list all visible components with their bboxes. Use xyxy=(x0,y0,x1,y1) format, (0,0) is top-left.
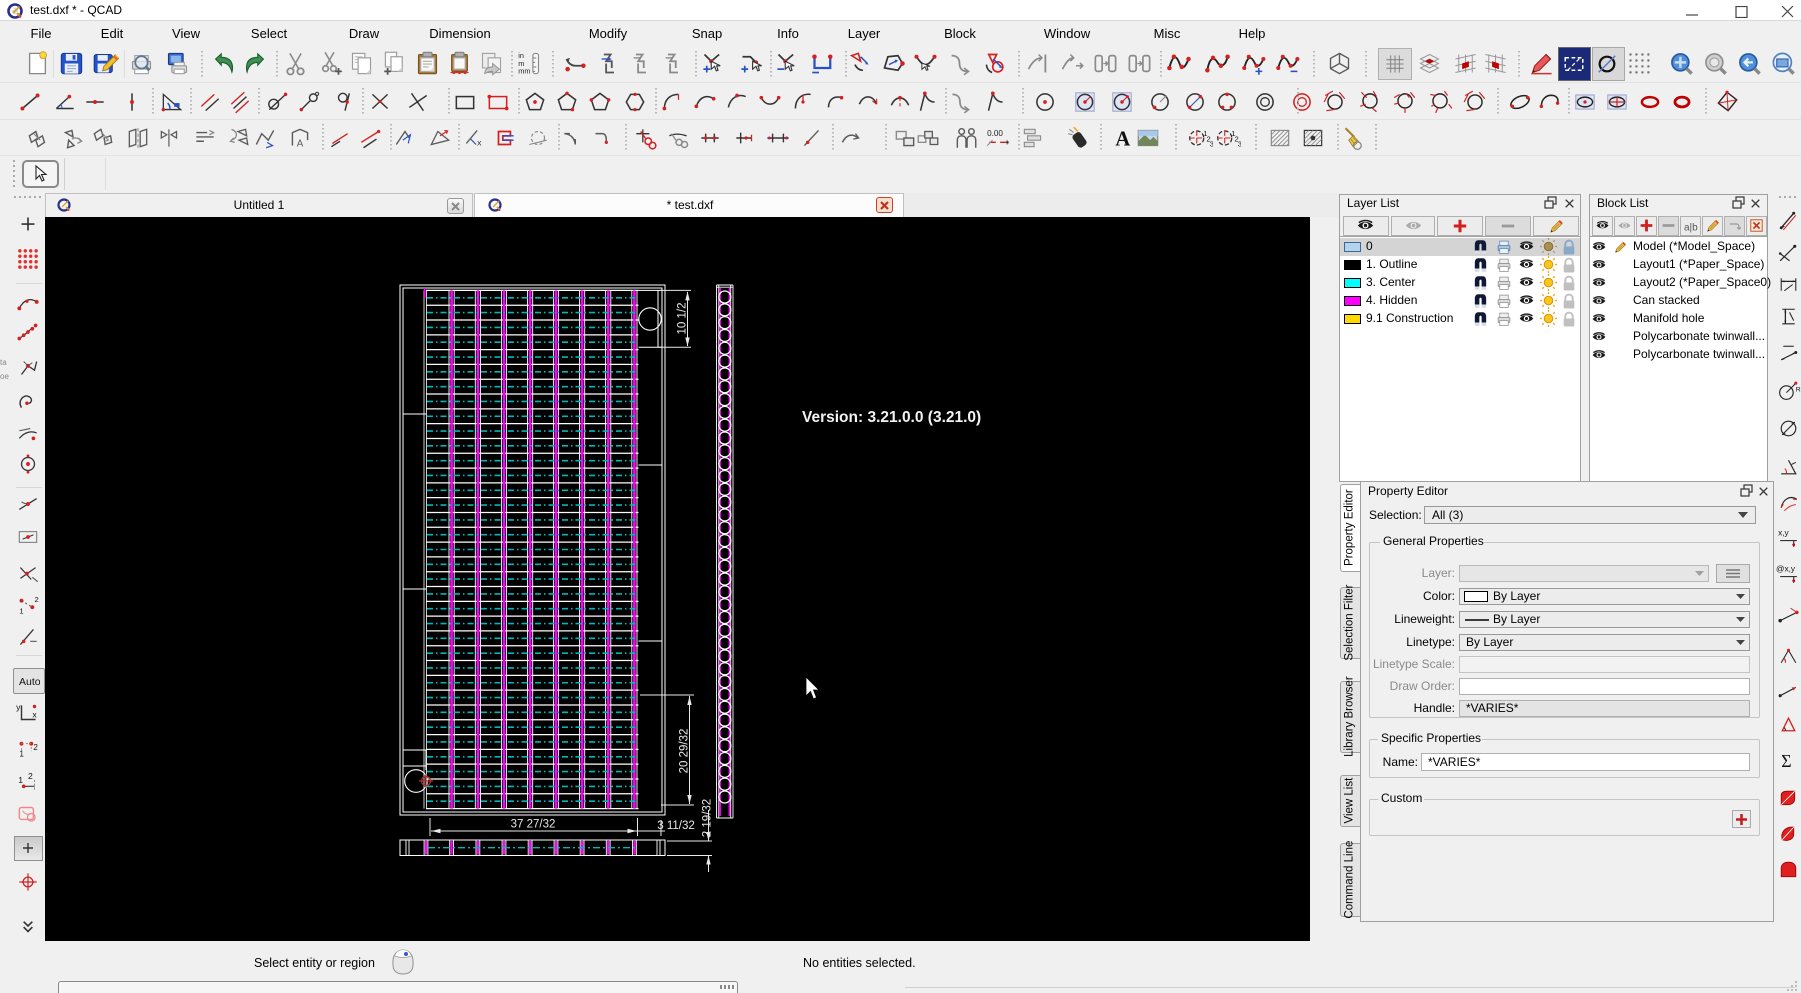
svg-text:@x,y: @x,y xyxy=(1776,563,1796,573)
svg-text:2: 2 xyxy=(35,595,39,604)
svg-text:R: R xyxy=(1796,387,1801,394)
svg-text:3 11/32: 3 11/32 xyxy=(657,820,695,832)
svg-text:x: x xyxy=(32,709,37,719)
svg-text:A: A xyxy=(1115,129,1130,151)
svg-text:1: 1 xyxy=(18,775,23,785)
svg-text:37 27/32: 37 27/32 xyxy=(511,819,556,831)
svg-text:2: 2 xyxy=(33,743,38,752)
svg-text:10 1/2: 10 1/2 xyxy=(677,303,689,335)
svg-text:x,y: x,y xyxy=(1778,527,1789,537)
svg-text:2 19/32: 2 19/32 xyxy=(702,799,714,837)
svg-text:Version: 3.21.0.0 (3.21.0): Version: 3.21.0.0 (3.21.0) xyxy=(802,409,981,426)
svg-text:Σ: Σ xyxy=(1781,751,1791,771)
svg-text:3: 3 xyxy=(1210,140,1213,149)
svg-text:1: 1 xyxy=(19,607,23,616)
svg-text:a|b: a|b xyxy=(1684,223,1698,234)
svg-text:y: y xyxy=(16,702,21,712)
svg-text:x: x xyxy=(477,138,482,148)
svg-text:2: 2 xyxy=(28,771,33,781)
svg-text:0.00: 0.00 xyxy=(987,129,1003,138)
svg-text:3: 3 xyxy=(1238,140,1241,149)
svg-text:mm: mm xyxy=(518,67,530,76)
svg-text:20 29/32: 20 29/32 xyxy=(679,729,691,774)
svg-text:A: A xyxy=(297,139,304,150)
svg-text:Auto: Auto xyxy=(19,676,40,688)
svg-text:1: 1 xyxy=(19,750,24,759)
